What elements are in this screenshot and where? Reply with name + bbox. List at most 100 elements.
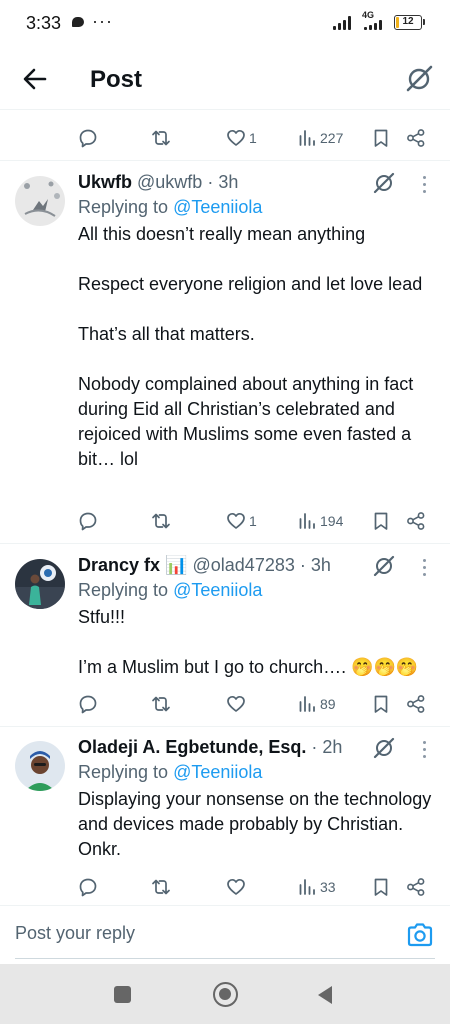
share-button[interactable] [406, 126, 426, 150]
share-button[interactable] [406, 509, 426, 533]
reply-composer: Post your reply [0, 905, 450, 963]
views-button[interactable]: 89 [297, 692, 336, 716]
avatar[interactable] [15, 176, 65, 226]
views-icon [299, 130, 315, 146]
reply-icon [79, 878, 97, 897]
action-bar: 33 [0, 867, 450, 907]
views-button[interactable]: 227 [297, 126, 343, 150]
retweet-icon [152, 696, 170, 712]
tweet-text: Displaying your nonsense on the technolo… [78, 789, 432, 859]
heart-icon [227, 129, 245, 146]
tweet-text: Stfu!!! I’m a Muslim but I go to church…… [78, 607, 419, 677]
recents-button[interactable] [114, 986, 131, 1003]
reply-button[interactable] [78, 126, 98, 150]
view-count: 89 [320, 696, 336, 712]
network-label: 4G [362, 10, 375, 20]
app-header: Post [0, 48, 450, 110]
retweet-button[interactable] [150, 509, 172, 533]
view-count: 194 [320, 513, 344, 529]
display-name[interactable]: Drancy fx [78, 555, 160, 575]
grok-icon [373, 172, 395, 194]
avatar[interactable] [15, 741, 65, 791]
reply-button[interactable] [78, 875, 98, 899]
reply-input[interactable]: Post your reply [15, 923, 135, 944]
user-handle[interactable]: @olad47283 [193, 555, 295, 575]
grok-button[interactable] [372, 554, 396, 578]
mention-link[interactable]: @Teeniiola [173, 580, 262, 600]
views-button[interactable]: 33 [297, 875, 336, 899]
battery-icon: 12 [394, 15, 422, 30]
replying-to: Replying to @Teeniiola [78, 197, 263, 217]
like-button[interactable]: 1 [226, 126, 257, 150]
display-name[interactable]: Ukwfb [78, 172, 132, 192]
bookmark-icon [374, 878, 388, 896]
more-options-button[interactable] [418, 557, 432, 579]
tweet-text: All this doesn’t really mean anything Re… [78, 224, 423, 469]
share-button[interactable] [406, 692, 426, 716]
like-button[interactable]: 1 [226, 509, 257, 533]
action-bar: 89 [0, 684, 450, 724]
action-bar-top: 1 227 [0, 118, 450, 158]
retweet-button[interactable] [150, 126, 172, 150]
user-handle[interactable]: @ukwfb [137, 172, 202, 192]
post-time: · 3h [207, 172, 239, 192]
retweet-icon [152, 513, 170, 529]
replying-to: Replying to @Teeniiola [78, 580, 263, 600]
retweet-icon [152, 879, 170, 895]
action-bar: 1 194 [0, 501, 450, 541]
grok-icon [373, 555, 395, 577]
display-name[interactable]: Oladeji A. Egbetunde, Esq. [78, 737, 306, 757]
share-button[interactable] [406, 875, 426, 899]
mention-link[interactable]: @Teeniiola [173, 197, 262, 217]
system-nav-bar [0, 964, 450, 1024]
retweet-button[interactable] [150, 875, 172, 899]
divider [0, 543, 450, 544]
grok-icon [406, 65, 433, 92]
reply-icon [79, 695, 97, 714]
nav-back-icon[interactable] [316, 984, 334, 1006]
like-count: 1 [249, 513, 257, 529]
bookmark-button[interactable] [372, 509, 390, 533]
divider [0, 160, 450, 161]
mention-link[interactable]: @Teeniiola [173, 762, 262, 782]
replying-to: Replying to @Teeniiola [78, 762, 263, 782]
reply-icon [79, 129, 97, 148]
tweet-header: Ukwfb @ukwfb · 3h [78, 172, 238, 193]
retweet-icon [152, 130, 170, 146]
views-icon [299, 696, 315, 712]
bookmark-button[interactable] [372, 692, 390, 716]
bookmark-button[interactable] [372, 875, 390, 899]
grok-icon [373, 737, 395, 759]
status-bar: 3:33 ··· 4G 12 [0, 0, 450, 48]
chat-notification-icon [72, 17, 84, 27]
view-count: 33 [320, 879, 336, 895]
back-button[interactable] [20, 64, 50, 94]
reply-button[interactable] [78, 509, 98, 533]
signal-2-icon [364, 20, 386, 30]
more-options-button[interactable] [418, 174, 432, 196]
views-icon [299, 513, 315, 529]
battery-level: 12 [402, 16, 414, 27]
views-button[interactable]: 194 [297, 509, 343, 533]
camera-button[interactable] [406, 922, 434, 948]
avatar[interactable] [15, 559, 65, 609]
signal-icon [333, 16, 355, 30]
post-time: · 2h [311, 737, 343, 757]
grok-button[interactable] [404, 64, 434, 94]
reply-button[interactable] [78, 692, 98, 716]
back-arrow-icon [23, 68, 47, 90]
heart-icon [227, 695, 245, 712]
bookmark-button[interactable] [372, 126, 390, 150]
retweet-button[interactable] [150, 692, 172, 716]
view-count: 227 [320, 130, 344, 146]
like-button[interactable] [226, 692, 249, 716]
divider [0, 726, 450, 727]
grok-button[interactable] [372, 736, 396, 760]
home-button[interactable] [213, 982, 238, 1007]
more-notifications-icon: ··· [92, 11, 113, 31]
heart-icon [227, 878, 245, 895]
grok-button[interactable] [372, 171, 396, 195]
heart-icon [227, 512, 245, 529]
more-options-button[interactable] [418, 739, 432, 761]
like-button[interactable] [226, 875, 249, 899]
